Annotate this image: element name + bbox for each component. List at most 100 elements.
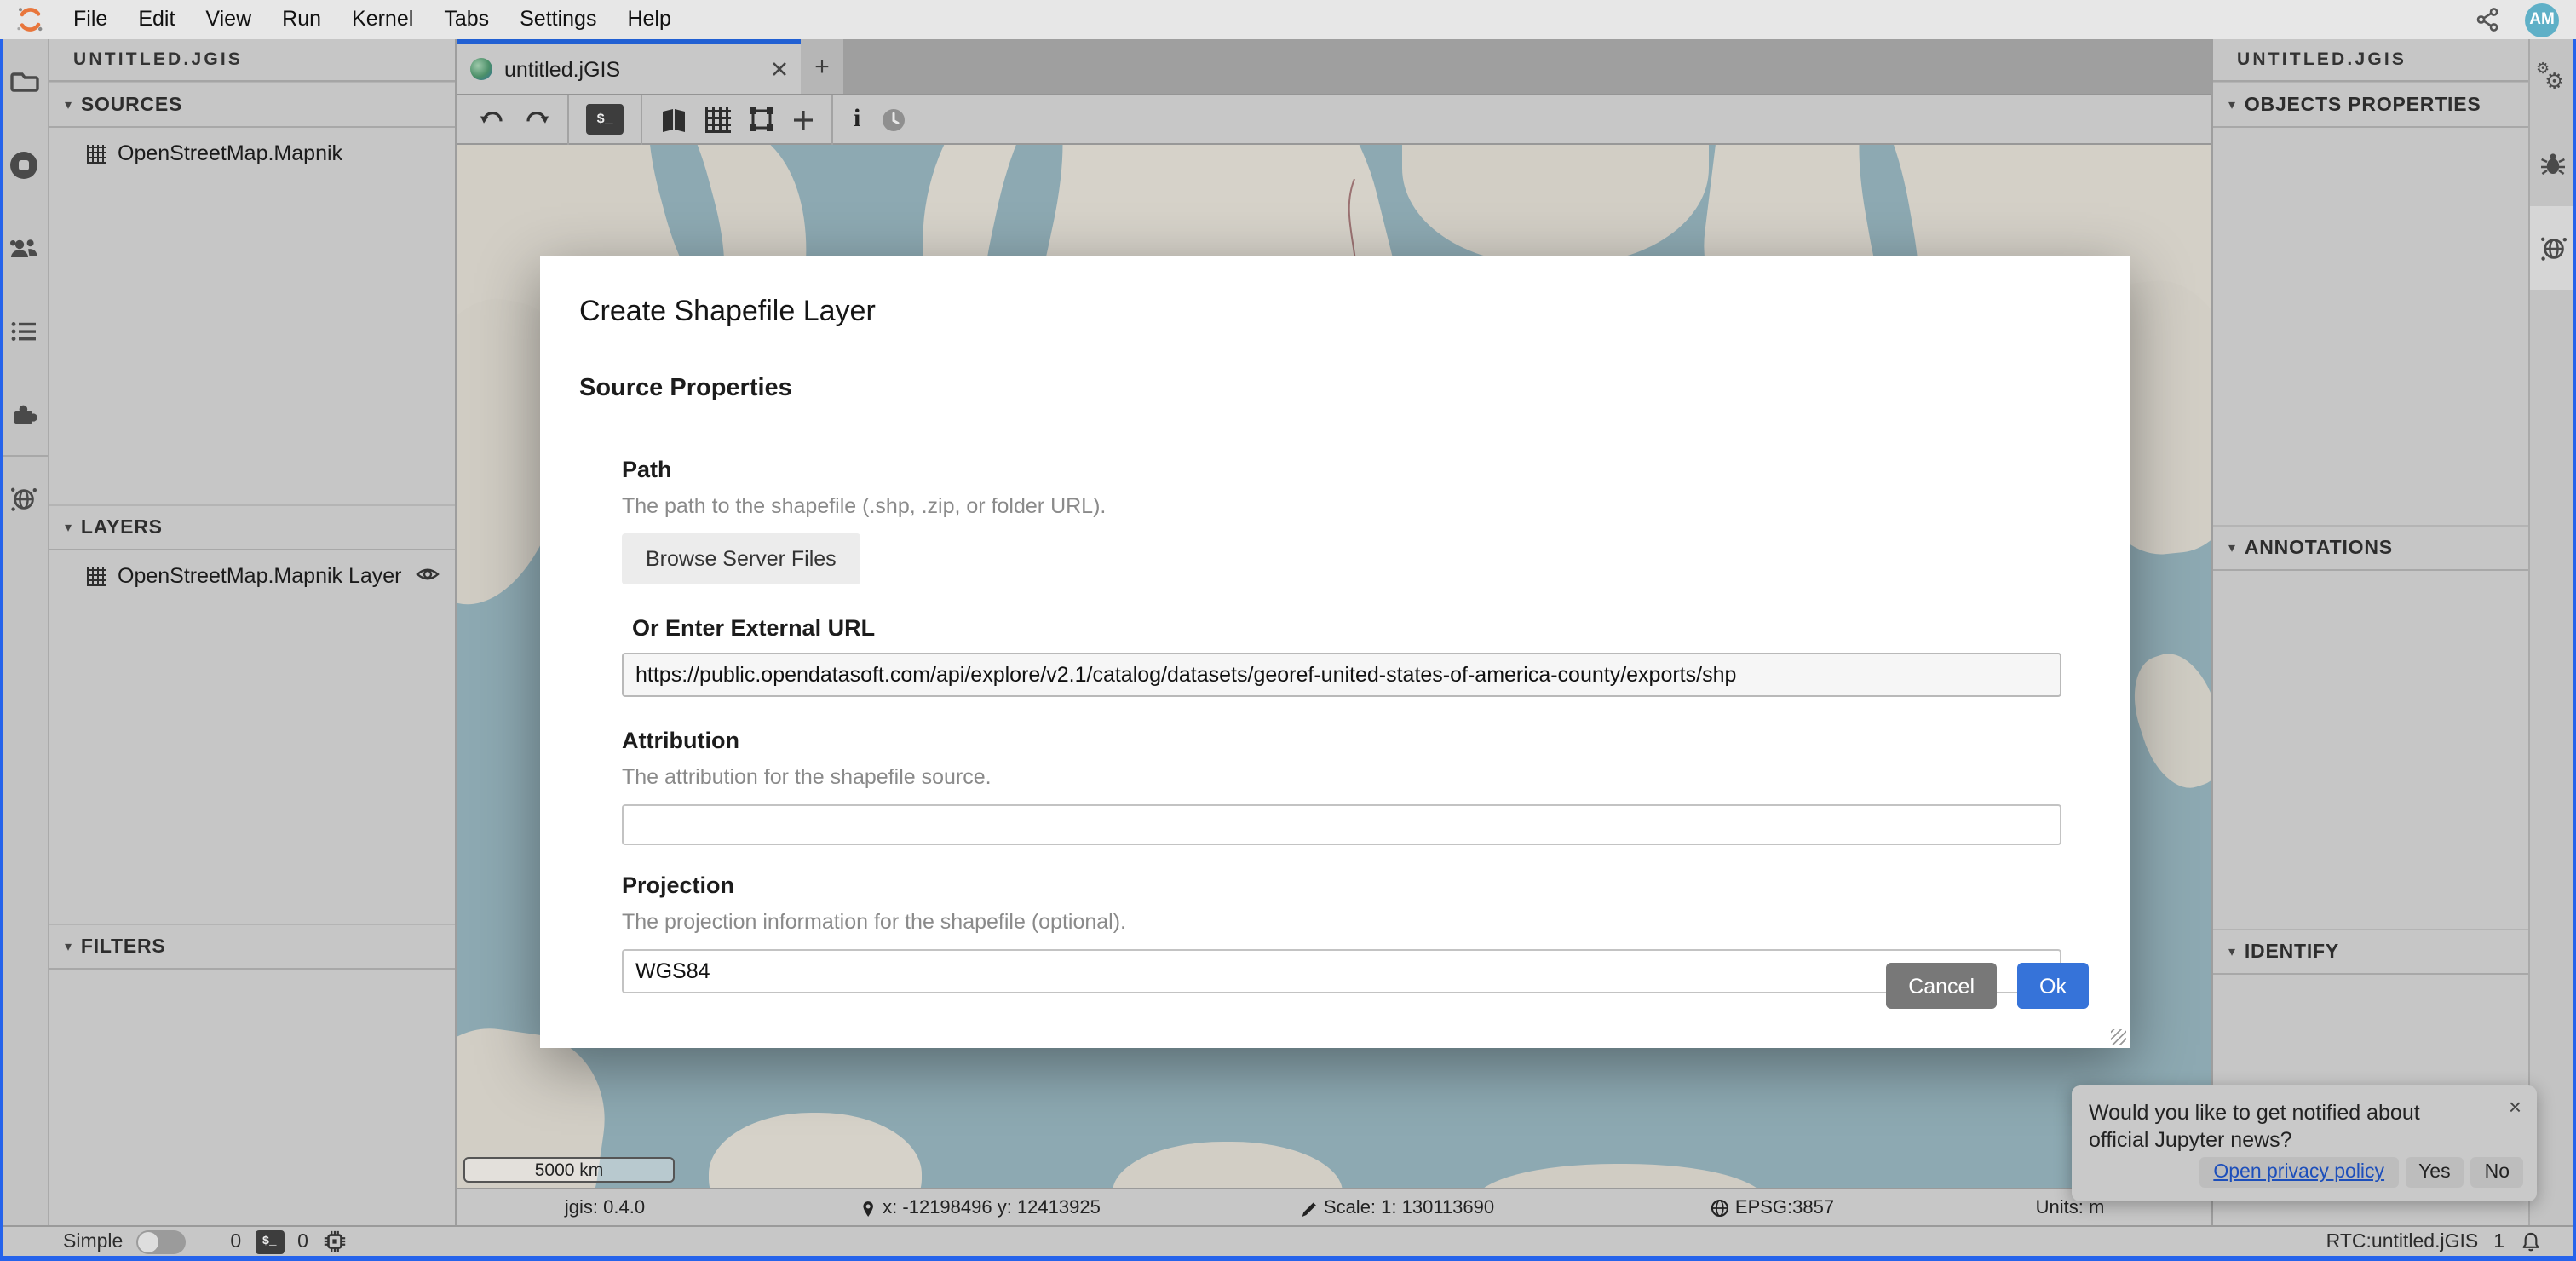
pin-icon <box>859 1197 877 1219</box>
share-icon[interactable] <box>2475 7 2501 32</box>
sources-section-header[interactable]: ▾ SOURCES <box>49 82 455 128</box>
menu-kernel[interactable]: Kernel <box>336 0 428 39</box>
toolbar-separator <box>831 95 833 144</box>
jupyterlab-window: File Edit View Run Kernel Tabs Settings … <box>0 0 2576 1261</box>
open-privacy-policy-button[interactable]: Open privacy policy <box>2199 1157 2398 1188</box>
sidebar-item-jgis-right[interactable] <box>2530 206 2576 290</box>
menu-bar: File Edit View Run Kernel Tabs Settings … <box>0 0 2576 39</box>
raster-layer-icon[interactable] <box>705 107 731 132</box>
right-panel-title: UNTITLED.JGIS <box>2213 39 2528 82</box>
source-item[interactable]: OpenStreetMap.Mapnik <box>49 131 455 176</box>
sidebar-item-file-browser[interactable] <box>0 39 48 123</box>
sidebar-item-running[interactable] <box>0 123 48 206</box>
caret-down-icon: ▾ <box>65 939 72 954</box>
sidebar-item-debugger[interactable] <box>2530 123 2576 206</box>
sidebar-item-toc[interactable] <box>0 290 48 373</box>
sidebar-item-extensions[interactable] <box>0 373 48 457</box>
tab-untitled-jgis[interactable]: untitled.jGIS <box>457 39 801 94</box>
map-landmass <box>1113 1142 1343 1188</box>
menu-tabs[interactable]: Tabs <box>428 0 504 39</box>
undo-icon[interactable] <box>479 107 506 131</box>
simple-mode-toggle[interactable] <box>136 1229 186 1253</box>
folder-icon <box>9 68 38 94</box>
terminal-icon: $_ <box>262 1235 277 1248</box>
dialog-buttons: Cancel Ok <box>1886 963 2089 1009</box>
external-url-input[interactable] <box>622 653 2061 697</box>
pencil-icon <box>1300 1199 1319 1218</box>
no-button[interactable]: No <box>2471 1157 2523 1188</box>
simple-mode-label: Simple <box>63 1231 123 1252</box>
identify-info-icon[interactable]: i <box>850 105 864 134</box>
rtc-session-label[interactable]: RTC:untitled.jGIS <box>2326 1231 2479 1252</box>
temporal-clock-icon[interactable] <box>881 107 906 132</box>
browse-server-files-button[interactable]: Browse Server Files <box>622 533 860 584</box>
projection-input[interactable] <box>622 949 2061 993</box>
add-layer-icon[interactable] <box>792 108 814 130</box>
toolbar-separator <box>567 95 569 144</box>
bell-icon[interactable] <box>2520 1229 2542 1253</box>
layers-section-header[interactable]: ▾ LAYERS <box>49 504 455 550</box>
terminals-count: 0 <box>230 1231 241 1252</box>
kernel-chip-icon[interactable] <box>322 1229 348 1254</box>
jupyter-logo-icon <box>15 5 44 34</box>
avatar[interactable]: AM <box>2525 3 2559 37</box>
identify-header[interactable]: ▾ IDENTIFY <box>2213 929 2528 975</box>
right-activity-bar: ⚙⚙ <box>2528 39 2576 1225</box>
pointer-coordinates: x: -12198496 y: 12413925 <box>859 1189 1101 1227</box>
menu-settings[interactable]: Settings <box>504 0 612 39</box>
terminals-status-button[interactable]: $_ <box>255 1229 284 1253</box>
left-sidebar: UNTITLED.JGIS ▾ SOURCES OpenStreetMap.Ma… <box>49 39 457 1225</box>
projection-label: Projection <box>622 872 2061 898</box>
jgis-version: jgis: 0.4.0 <box>565 1189 645 1227</box>
menu-view[interactable]: View <box>190 0 267 39</box>
notification-message: Would you like to get notified about off… <box>2089 1099 2481 1154</box>
jupyter-news-notification: Would you like to get notified about off… <box>2072 1085 2537 1201</box>
menu-edit[interactable]: Edit <box>123 0 190 39</box>
close-icon[interactable]: × <box>2509 1097 2521 1118</box>
dialog-resize-handle[interactable] <box>2111 1029 2126 1045</box>
left-panel-title: UNTITLED.JGIS <box>49 39 455 82</box>
eye-icon[interactable] <box>416 564 440 584</box>
console-button[interactable]: $_ <box>586 104 624 135</box>
status-bar: Simple 0 $_ 0 RTC:untitled.jGIS 1 <box>0 1225 2576 1256</box>
plus-icon: + <box>814 52 830 81</box>
cancel-button[interactable]: Cancel <box>1886 963 1997 1009</box>
map-landmass <box>1475 1164 1765 1188</box>
create-shapefile-layer-dialog: Create Shapefile Layer Source Properties… <box>540 256 2130 1048</box>
menu-run[interactable]: Run <box>267 0 336 39</box>
bug-icon <box>2539 152 2567 177</box>
objects-properties-header[interactable]: ▾ OBJECTS PROPERTIES <box>2213 82 2528 128</box>
puzzle-icon <box>10 400 37 428</box>
toolbar-separator <box>641 95 642 144</box>
new-tab-button[interactable]: + <box>801 39 843 94</box>
vector-layer-icon[interactable] <box>748 106 775 133</box>
users-icon <box>9 236 39 260</box>
list-icon <box>10 320 37 343</box>
attribution-label: Attribution <box>622 728 2061 753</box>
running-terminals-icon <box>10 151 37 178</box>
raster-grid-icon <box>87 144 106 163</box>
terminal-icon: $_ <box>596 112 612 127</box>
menu-help[interactable]: Help <box>612 0 686 39</box>
menu-file[interactable]: File <box>58 0 123 39</box>
layer-item[interactable]: OpenStreetMap.Mapnik Layer <box>49 554 455 598</box>
sidebar-item-jgis[interactable] <box>0 457 48 540</box>
attribution-description: The attribution for the shapefile source… <box>622 765 2061 789</box>
globe-icon <box>2538 233 2568 263</box>
filters-section-header[interactable]: ▾ FILTERS <box>49 924 455 970</box>
external-url-label: Or Enter External URL <box>632 615 2061 641</box>
ok-button[interactable]: Ok <box>2017 963 2089 1009</box>
redo-icon[interactable] <box>523 107 550 131</box>
dialog-title: Create Shapefile Layer <box>579 295 2061 329</box>
path-description: The path to the shapefile (.shp, .zip, o… <box>622 494 2061 518</box>
sidebar-item-property-inspector[interactable]: ⚙⚙ <box>2530 39 2576 123</box>
caret-down-icon: ▾ <box>2228 97 2236 112</box>
map-scale-bar: 5000 km <box>463 1157 675 1183</box>
attribution-input[interactable] <box>622 804 2061 845</box>
annotations-header[interactable]: ▾ ANNOTATIONS <box>2213 525 2528 571</box>
close-icon[interactable] <box>772 61 787 77</box>
window-border <box>0 39 3 1261</box>
yes-button[interactable]: Yes <box>2405 1157 2464 1188</box>
sidebar-item-collaboration[interactable] <box>0 206 48 290</box>
basemap-book-icon[interactable] <box>659 107 688 132</box>
